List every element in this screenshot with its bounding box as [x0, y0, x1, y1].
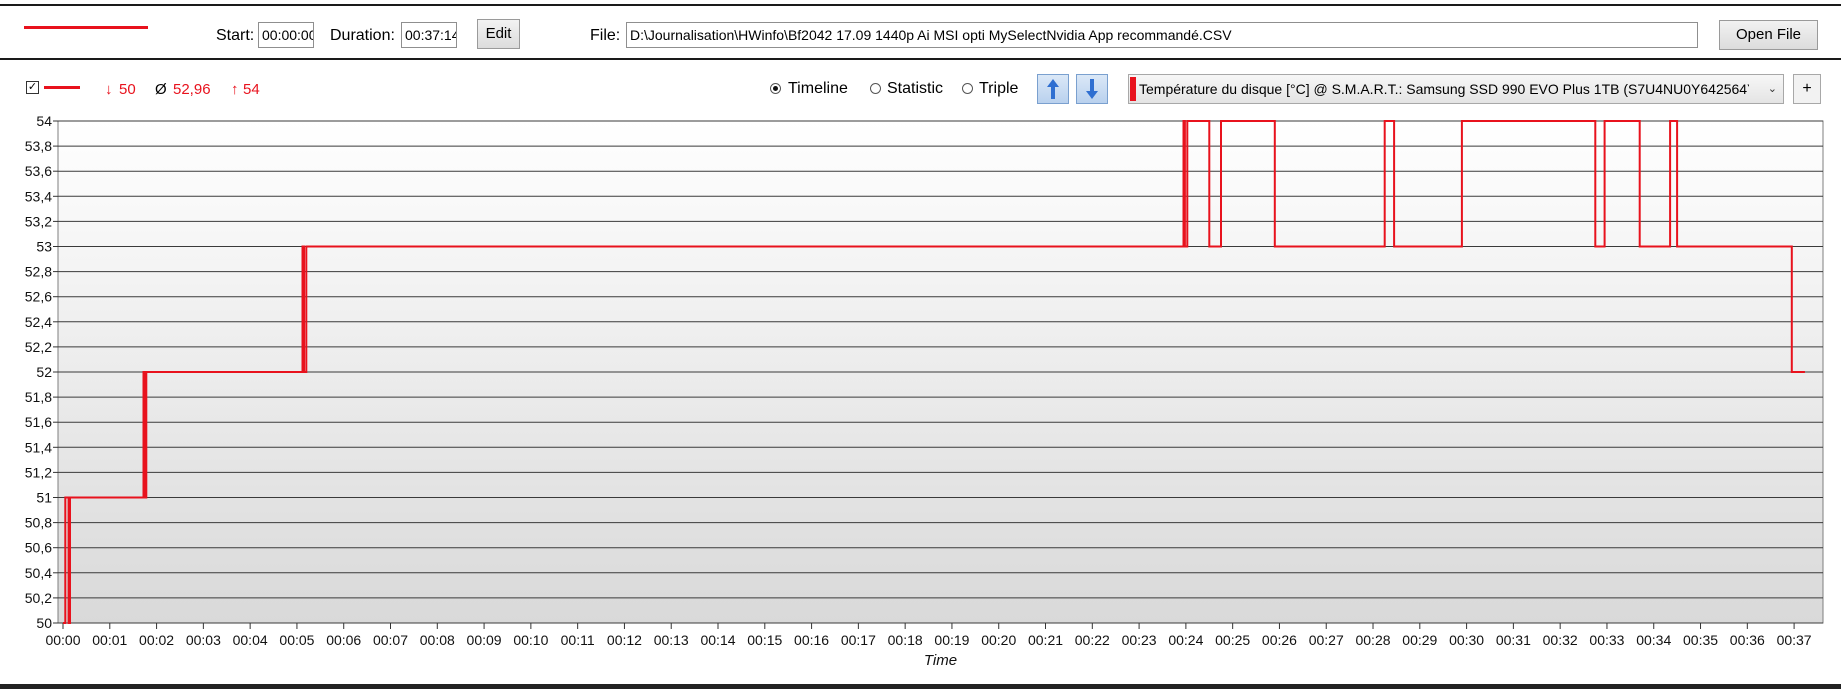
move-down-button[interactable]	[1076, 74, 1108, 104]
y-tick-label: 53,2	[25, 213, 52, 229]
x-tick-label: 00:23	[1122, 632, 1157, 648]
y-tick-label: 52,4	[25, 314, 52, 330]
x-tick-label: 00:21	[1028, 632, 1063, 648]
x-tick-label: 00:03	[186, 632, 221, 648]
x-tick-label: 00:02	[139, 632, 174, 648]
y-tick-label: 50,8	[25, 515, 52, 531]
x-tick-label: 00:35	[1683, 632, 1718, 648]
average-value: 52,96	[173, 81, 211, 98]
window-bottom-edge	[0, 684, 1841, 689]
x-tick-label: 00:27	[1309, 632, 1344, 648]
y-tick-label: 51,8	[25, 389, 52, 405]
timeline-chart[interactable]: 50 50,2 50,4 50,6 50,8 51 51,2 51,4 51,6 51,8 52 52…	[0, 108, 1841, 684]
duration-field[interactable]: 00:37:14	[401, 22, 457, 48]
y-tick-label: 52,6	[25, 289, 52, 305]
start-label: Start:	[216, 27, 255, 44]
y-tick-label: 50,6	[25, 540, 52, 556]
x-tick-label: 00:15	[747, 632, 782, 648]
y-tick-label: 50,4	[25, 565, 52, 581]
y-tick-label: 51,2	[25, 464, 52, 480]
file-label: File:	[590, 27, 621, 44]
x-tick-label: 00:12	[607, 632, 642, 648]
file-path-field[interactable]: D:\Journalisation\HWinfo\Bf2042 17.09 14…	[626, 22, 1698, 48]
x-tick-label: 00:10	[513, 632, 548, 648]
window-top-edge	[0, 0, 1841, 6]
y-tick-label: 51,6	[25, 414, 52, 430]
y-tick-label: 52,2	[25, 339, 52, 355]
statistic-label[interactable]: Statistic	[887, 79, 943, 99]
x-tick-label: 00:28	[1355, 632, 1390, 648]
average-icon: Ø	[155, 81, 167, 98]
x-tick-label: 00:06	[326, 632, 361, 648]
y-tick-label: 51,4	[25, 439, 52, 455]
arrow-up-icon	[1047, 79, 1059, 99]
y-axis-ticks: 50 50,2 50,4 50,6 50,8 51 51,2 51,4 51,6 51,8 52 52…	[25, 113, 58, 631]
x-tick-label: 00:32	[1543, 632, 1578, 648]
series-color-indicator	[24, 26, 148, 29]
x-tick-label: 00:11	[561, 632, 595, 648]
add-sensor-button[interactable]: +	[1793, 74, 1821, 104]
series-visible-checkbox[interactable]: ✓	[26, 81, 39, 94]
open-file-button[interactable]: Open File	[1719, 20, 1818, 50]
start-time-field[interactable]: 00:00:00	[258, 22, 314, 48]
x-tick-label: 00:26	[1262, 632, 1297, 648]
x-tick-label: 00:01	[92, 632, 127, 648]
min-arrow-icon: ↓	[105, 81, 113, 98]
min-value: 50	[119, 81, 136, 98]
x-tick-label: 00:22	[1075, 632, 1110, 648]
y-tick-label: 54	[36, 113, 52, 129]
triple-radio[interactable]	[962, 83, 973, 94]
sensor-select-value: Température du disque [°C] @ S.M.A.R.T.:…	[1139, 81, 1749, 97]
edit-button[interactable]: Edit	[477, 19, 520, 49]
x-tick-label: 00:05	[279, 632, 314, 648]
y-tick-label: 53	[36, 239, 52, 255]
max-value: 54	[243, 81, 260, 98]
x-tick-label: 00:30	[1449, 632, 1484, 648]
x-tick-label: 00:18	[888, 632, 923, 648]
x-tick-label: 00:14	[700, 632, 735, 648]
x-tick-label: 00:20	[981, 632, 1016, 648]
y-tick-label: 52	[36, 364, 52, 380]
x-tick-label: 00:00	[45, 632, 80, 648]
grid-lines	[58, 120, 1823, 624]
x-tick-label: 00:04	[233, 632, 268, 648]
y-tick-label: 51	[36, 490, 52, 506]
timeline-label[interactable]: Timeline	[788, 79, 848, 99]
x-axis-title: Time	[924, 652, 957, 669]
y-tick-label: 53,8	[25, 138, 52, 154]
y-tick-label: 50	[36, 615, 52, 631]
y-tick-label: 52,8	[25, 264, 52, 280]
x-tick-label: 00:24	[1168, 632, 1203, 648]
x-tick-label: 00:13	[654, 632, 689, 648]
x-tick-label: 00:37	[1777, 632, 1812, 648]
x-tick-label: 00:07	[373, 632, 408, 648]
sensor-color-bar	[1130, 77, 1136, 101]
x-tick-label: 00:31	[1496, 632, 1531, 648]
x-tick-label: 00:25	[1215, 632, 1250, 648]
move-up-button[interactable]	[1037, 74, 1069, 104]
y-tick-label: 53,6	[25, 163, 52, 179]
duration-label: Duration:	[330, 27, 395, 44]
triple-label[interactable]: Triple	[979, 79, 1018, 99]
x-tick-label: 00:16	[794, 632, 829, 648]
x-axis-ticks: 00:00 00:01 00:02 00:03 00:04 00:05 00:06 00:07…	[45, 623, 1812, 648]
x-tick-label: 00:09	[467, 632, 502, 648]
x-tick-label: 00:34	[1636, 632, 1671, 648]
series-line-swatch	[44, 86, 80, 89]
sensor-select[interactable]: Température du disque [°C] @ S.M.A.R.T.:…	[1128, 74, 1784, 104]
chevron-down-icon: ⌄	[1767, 83, 1777, 95]
x-tick-label: 00:33	[1589, 632, 1624, 648]
x-tick-label: 00:17	[841, 632, 876, 648]
statistic-radio[interactable]	[870, 83, 881, 94]
y-tick-label: 50,2	[25, 590, 52, 606]
x-tick-label: 00:19	[934, 632, 969, 648]
x-tick-label: 00:08	[420, 632, 455, 648]
max-arrow-icon: ↑	[231, 81, 239, 98]
timeline-radio[interactable]	[770, 83, 781, 94]
x-tick-label: 00:36	[1730, 632, 1765, 648]
x-tick-label: 00:29	[1402, 632, 1437, 648]
y-tick-label: 53,4	[25, 188, 52, 204]
arrow-down-icon	[1086, 79, 1098, 99]
